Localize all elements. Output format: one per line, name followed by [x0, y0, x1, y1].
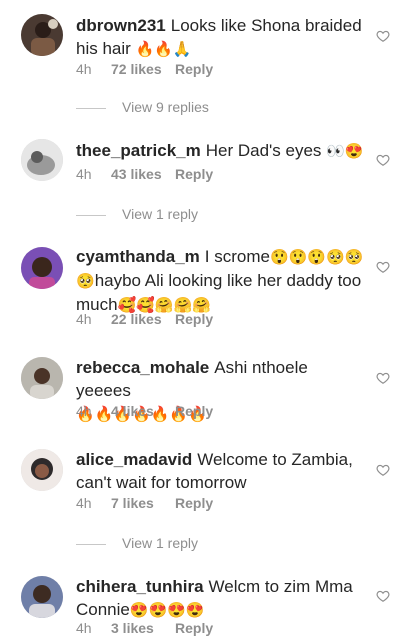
avatar-photo — [21, 449, 63, 491]
avatar[interactable] — [21, 247, 63, 289]
comment-time: 4h — [76, 61, 92, 77]
comment-username[interactable]: thee_patrick_m — [76, 141, 201, 160]
view-replies-button[interactable]: View 1 reply — [76, 535, 198, 551]
heart-outline-icon[interactable] — [376, 589, 390, 603]
comment-meta: 4h 22 likes Reply — [76, 311, 213, 327]
reply-button[interactable]: Reply — [175, 495, 213, 511]
comment-meta: 4h 3 likes Reply — [76, 620, 213, 636]
comment-text: cyamthanda_m I scrome😲😲😲🥺🥺 🥺haybo Ali loo… — [76, 245, 366, 317]
comment-time: 4h — [76, 620, 92, 636]
comment-body: Her Dad's eyes — [205, 141, 322, 160]
avatar-photo — [21, 357, 63, 399]
avatar-photo — [21, 14, 63, 56]
comment-time: 4h — [76, 495, 92, 511]
heart-outline-icon[interactable] — [376, 463, 390, 477]
avatar-photo — [21, 247, 63, 289]
comment-time: 4h — [76, 166, 92, 182]
view-replies-label[interactable]: View 1 reply — [122, 206, 198, 222]
avatar[interactable] — [21, 576, 63, 618]
view-replies-label[interactable]: View 1 reply — [122, 535, 198, 551]
comment-username[interactable]: cyamthanda_m — [76, 247, 200, 266]
comment-likes[interactable]: 7 likes — [111, 495, 175, 511]
comment-likes[interactable]: 43 likes — [111, 166, 175, 182]
view-replies-label[interactable]: View 9 replies — [122, 99, 209, 115]
comment-text: dbrown231 Looks like Shona braided his ha… — [76, 14, 366, 61]
view-replies-button[interactable]: View 9 replies — [76, 99, 209, 115]
comment-meta: 4h 4 likes Reply — [76, 403, 213, 419]
comment-emoji: 👀😍 — [326, 143, 364, 160]
comment-body: I scrome — [204, 247, 270, 266]
avatar-photo — [21, 139, 63, 181]
comment-emoji: 🔥🔥🙏 — [135, 41, 192, 58]
comment-username[interactable]: dbrown231 — [76, 16, 166, 35]
reply-button[interactable]: Reply — [175, 166, 213, 182]
heart-outline-icon[interactable] — [376, 260, 390, 274]
reply-button[interactable]: Reply — [175, 311, 213, 327]
heart-outline-icon[interactable] — [376, 153, 390, 167]
heart-outline-icon[interactable] — [376, 371, 390, 385]
comment-text: chihera_tunhira Welcm to zim Mma Connie😍😍… — [76, 575, 366, 622]
comment-text: thee_patrick_m Her Dad's eyes 👀😍 — [76, 139, 366, 163]
divider-line — [76, 214, 106, 216]
heart-outline-icon[interactable] — [376, 29, 390, 43]
comment-meta: 4h 43 likes Reply — [76, 166, 213, 182]
comment-meta: 4h 7 likes Reply — [76, 495, 213, 511]
divider-line — [76, 543, 106, 545]
comment-time: 4h — [76, 311, 92, 327]
comment-likes[interactable]: 3 likes — [111, 620, 175, 636]
reply-button[interactable]: Reply — [175, 620, 213, 636]
avatar[interactable] — [21, 449, 63, 491]
comment-username[interactable]: alice_madavid — [76, 450, 192, 469]
view-replies-button[interactable]: View 1 reply — [76, 206, 198, 222]
avatar[interactable] — [21, 357, 63, 399]
comment-likes[interactable]: 72 likes — [111, 61, 175, 77]
comment-emoji: 😍😍😍😍 — [129, 602, 205, 619]
avatar-photo — [21, 576, 63, 618]
avatar[interactable] — [21, 139, 63, 181]
comment-likes[interactable]: 22 likes — [111, 311, 175, 327]
comment-username[interactable]: chihera_tunhira — [76, 577, 204, 596]
comment-meta: 4h 72 likes Reply — [76, 61, 213, 77]
comment-emoji: 😲😲😲🥺🥺 — [269, 249, 364, 266]
comment-text: alice_madavid Welcome to Zambia, can't wa… — [76, 448, 366, 494]
comment-emoji: 🥺 — [76, 273, 95, 290]
comment-time: 4h — [76, 403, 92, 419]
comment-username[interactable]: rebecca_mohale — [76, 358, 209, 377]
reply-button[interactable]: Reply — [175, 61, 213, 77]
avatar[interactable] — [21, 14, 63, 56]
comment-likes[interactable]: 4 likes — [111, 403, 175, 419]
reply-button[interactable]: Reply — [175, 403, 213, 419]
divider-line — [76, 107, 106, 109]
